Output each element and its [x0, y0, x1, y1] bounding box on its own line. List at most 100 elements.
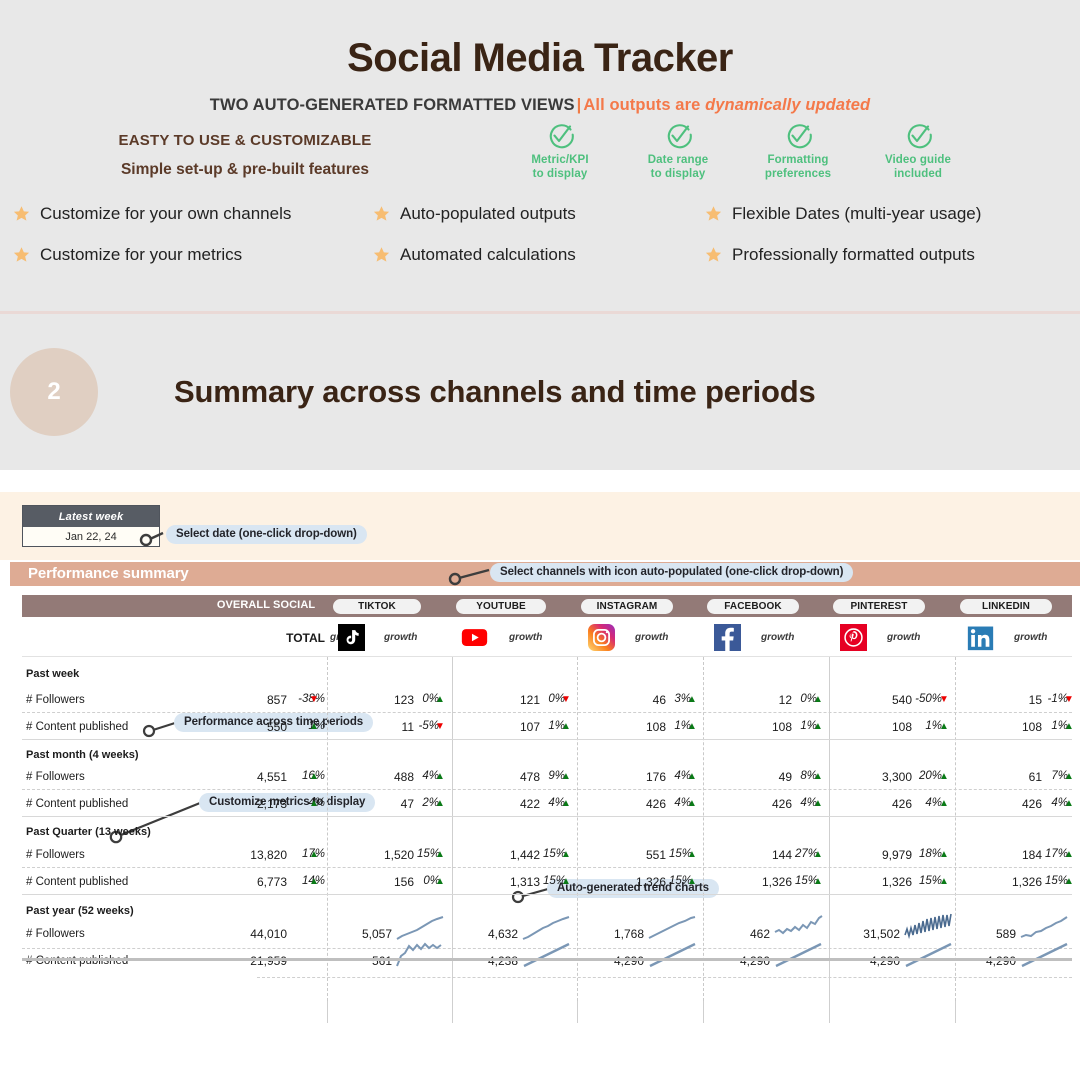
- trend-up-icon: ▲: [561, 798, 571, 809]
- metric-label[interactable]: # Followers: [26, 694, 85, 706]
- star-icon: [13, 205, 30, 221]
- cell-value: 31,502: [863, 927, 900, 941]
- star-icon: [705, 246, 722, 262]
- performance-table: OVERALL SOCIAL TIKTOK YOUTUBE INSTAGRAM …: [22, 595, 1074, 1063]
- trend-up-icon: ▲: [309, 771, 319, 782]
- performance-summary-title: Performance summary: [28, 565, 189, 582]
- metric-label[interactable]: # Content published: [26, 955, 128, 967]
- date-selector[interactable]: Latest week Jan 22, 24: [22, 505, 160, 547]
- sparkline-chart: [649, 942, 696, 968]
- metric-label[interactable]: # Content published: [26, 798, 128, 810]
- sparkline-chart: [396, 942, 442, 967]
- cell-growth: 4%: [422, 770, 439, 782]
- simple-setup-text: Simple set-up & pre-built features: [120, 161, 370, 178]
- cell-growth: 15%: [794, 875, 818, 887]
- trend-up-icon: ▲: [939, 771, 949, 782]
- trend-up-icon: ▲: [561, 849, 571, 860]
- trend-up-icon: ▲: [1064, 771, 1074, 782]
- trend-up-icon: ▲: [309, 721, 319, 732]
- cell-growth: 1%: [674, 720, 691, 732]
- cell-growth: -50%: [915, 693, 942, 705]
- cell-value: 4,632: [487, 927, 518, 941]
- date-selector-value[interactable]: Jan 22, 24: [23, 527, 159, 546]
- trend-up-icon: ▲: [435, 876, 445, 887]
- metric-label[interactable]: # Followers: [26, 928, 85, 940]
- metric-label[interactable]: # Followers: [26, 771, 85, 783]
- trend-up-icon: ▲: [813, 876, 823, 887]
- trend-up-icon: ▲: [687, 694, 697, 705]
- check-label-line2: to display: [650, 167, 706, 180]
- trend-up-icon: ▲: [939, 876, 949, 887]
- cell-value: 4,290: [869, 954, 900, 968]
- section-number-badge: 2: [10, 348, 98, 436]
- trend-up-icon: ▲: [309, 876, 319, 887]
- easy-to-use-heading: EASTY TO USE & CUSTOMIZABLE: [118, 132, 372, 149]
- cell-value: 21,959: [250, 954, 287, 968]
- list-item: Automated calculations: [372, 245, 576, 265]
- callout-select-date: Select date (one-click drop-down): [166, 525, 367, 544]
- cell-growth: 8%: [800, 770, 817, 782]
- column-header-facebook[interactable]: FACEBOOK: [707, 599, 799, 614]
- cell-growth: 4%: [800, 797, 817, 809]
- sparkline-chart: [648, 916, 696, 939]
- trend-up-icon: ▲: [939, 849, 949, 860]
- check-label-line2: included: [893, 167, 943, 180]
- column-header-tiktok[interactable]: TIKTOK: [333, 599, 421, 614]
- subheader-growth-linkedin: growth: [1014, 632, 1048, 643]
- star-icon: [373, 246, 390, 262]
- check-item-formatting: Formatting preferences: [738, 122, 858, 181]
- trend-up-icon: ▲: [561, 721, 571, 732]
- cell-growth: 1%: [1051, 720, 1068, 732]
- list-item: Auto-populated outputs: [372, 204, 576, 224]
- trend-up-icon: ▲: [939, 721, 949, 732]
- promo-subtitle: TWO AUTO-GENERATED FORMATTED VIEWS | All o…: [0, 96, 1080, 115]
- sparkline-chart: [904, 913, 952, 940]
- subtitle-orange-text: All outputs are dynamically updated: [583, 96, 871, 114]
- star-icon: [13, 246, 30, 262]
- trend-down-icon: ▼: [561, 694, 571, 705]
- cell-growth: 4%: [674, 770, 691, 782]
- trend-up-icon: ▲: [813, 849, 823, 860]
- metric-label[interactable]: # Content published: [26, 876, 128, 888]
- feature-list: Customize for your own channels Auto-pop…: [0, 198, 1080, 278]
- feature-label: Customize for your metrics: [40, 245, 243, 264]
- cell-value: 4,290: [613, 954, 644, 968]
- cell-growth: 15%: [918, 875, 942, 887]
- check-item-metric-kpi: Metric/KPI to display: [500, 122, 620, 181]
- cell-growth: 1%: [925, 720, 942, 732]
- list-item: Flexible Dates (multi-year usage): [704, 204, 981, 224]
- subheader-growth-instagram: growth: [635, 632, 669, 643]
- cell-growth: 15%: [542, 875, 566, 887]
- table-bottom-border: [22, 958, 1072, 961]
- subheader-growth-tiktok: growth: [384, 632, 418, 643]
- check-circle-icon: [787, 124, 812, 149]
- cell-value: 44,010: [250, 927, 287, 941]
- column-header-youtube[interactable]: YOUTUBE: [456, 599, 546, 614]
- trend-up-icon: ▲: [561, 876, 571, 887]
- check-item-date-range: Date range to display: [618, 122, 738, 181]
- check-circle-icon: [907, 124, 932, 149]
- check-label-line1: Metric/KPI: [531, 154, 589, 166]
- cell-value: 561: [371, 954, 392, 968]
- cell-growth: 18%: [918, 848, 942, 860]
- column-header-linkedin[interactable]: LINKEDIN: [960, 599, 1052, 614]
- trend-up-icon: ▲: [1064, 798, 1074, 809]
- column-header-instagram[interactable]: INSTAGRAM: [581, 599, 673, 614]
- trend-down-icon: ▼: [435, 721, 445, 732]
- metric-label[interactable]: # Followers: [26, 849, 85, 861]
- cell-growth: 9%: [548, 770, 565, 782]
- star-icon: [373, 205, 390, 221]
- feature-label: Flexible Dates (multi-year usage): [732, 204, 982, 223]
- subheader-total-label: TOTAL: [286, 631, 325, 645]
- subtitle-orange-italic: dynamically updated: [705, 96, 871, 114]
- trend-up-icon: ▲: [687, 721, 697, 732]
- trend-up-icon: ▲: [435, 694, 445, 705]
- metric-label[interactable]: # Content published: [26, 721, 128, 733]
- check-item-video-guide: Video guide included: [858, 122, 978, 181]
- section-label-past-year: Past year (52 weeks): [26, 905, 134, 917]
- column-header-pinterest[interactable]: PINTEREST: [833, 599, 925, 614]
- trend-up-icon: ▲: [309, 849, 319, 860]
- cell-growth: 15%: [668, 875, 692, 887]
- facebook-icon: [714, 624, 741, 651]
- check-circle-icon: [549, 124, 574, 149]
